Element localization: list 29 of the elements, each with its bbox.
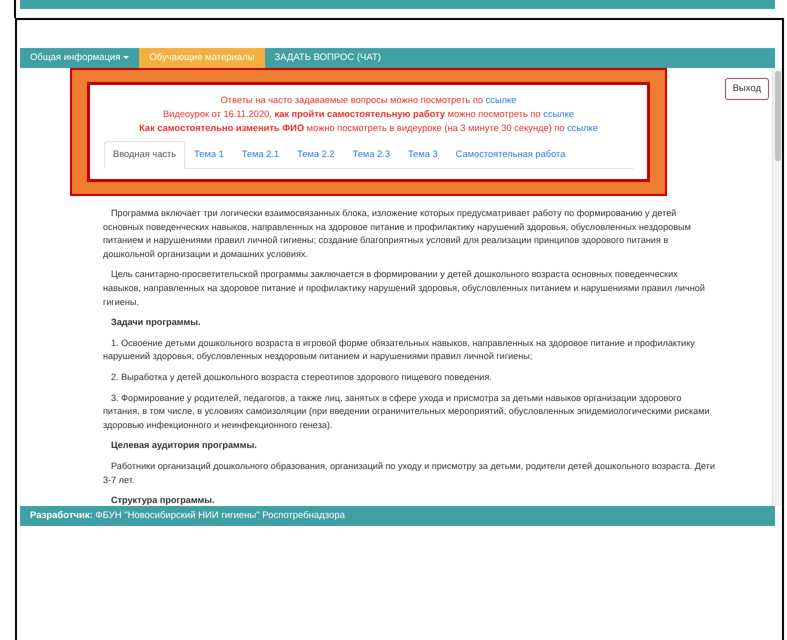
paragraph: Цель санитарно-просветительской программы заключается в формировании у детей дошкольного возраста основных поведенческих навыков, направленных на здоровое питание и профилактику нарушений здоровья, обусловленных питанием и нарушениями правил личной гигиены.	[103, 268, 706, 309]
scrollbar-thumb[interactable]	[775, 71, 781, 161]
logout-button[interactable]: Выход	[724, 78, 769, 100]
tab[interactable]: Самостоятельная работа	[446, 141, 574, 169]
notice-text: Как самостоятельно изменить ФИО можно посмотреть в видеуроке (на 3 минуте 30 секунде) по ссылке	[138, 122, 599, 135]
nav-item[interactable]: Общая информация	[20, 48, 140, 68]
nav-item[interactable]: ЗАДАТЬ ВОПРОС (ЧАТ)	[264, 48, 391, 68]
notice-text: Ответы на часто задаваемые вопросы можно посмотреть по ссылке	[220, 94, 518, 107]
tab[interactable]: Тема 2.3	[344, 141, 399, 169]
section-heading: Структура программы.	[110, 494, 216, 508]
notice-text: Видеоурок от 16.11.2020, как пройти самостоятельную работу можно посмотреть по ссылке	[162, 108, 575, 121]
tab[interactable]: Вводная часть	[104, 141, 186, 169]
tab[interactable]: Тема 2.1	[232, 141, 288, 169]
section-heading: Задачи программы.	[110, 316, 202, 330]
notice-link[interactable]: ссылке	[486, 95, 516, 105]
paragraph: Работники организаций дошкольного образования, организаций по уходу и присмотру за детьми, родители детей дошкольного возраста. Дети 3-7 лет.	[103, 460, 715, 486]
tab[interactable]: Тема 2.2	[288, 141, 344, 169]
tab[interactable]: Тема 1	[185, 141, 233, 169]
paragraph: Программа включает три логически взаимосвязанных блока, изложение которых предусматривает работу по формированию у детей основных поведенческих навыков, направленных на здоровое питание и профилактику нарушений здоровья, обусловленных нездоровым питанием и нарушениями правил личной гигиены; создание благоприятных условий для реализации принципов здорового питания в дошкольной организации и домашних условиях.	[103, 207, 692, 261]
tab[interactable]: Тема 3	[399, 141, 447, 169]
notice-link[interactable]: ссылке	[567, 123, 598, 133]
caret-icon	[123, 56, 130, 59]
section-heading: Целевая аудитория программы.	[110, 439, 258, 452]
scrollbar[interactable]	[772, 68, 782, 506]
notice-link[interactable]: ссылке	[543, 109, 574, 119]
paragraph: 1. Освоение детьми дошкольного возраста в игровой форме обязательных навыков, направленных на здоровое питание и профилактику нарушений здоровья, обусловленных нездоровым питанием и нарушениями правил личной гигиены;	[103, 336, 696, 364]
paragraph: 2. Выработка у детей дошкольного возраста стереотипов здорового пищевого поведения.	[110, 370, 493, 384]
paragraph: 3. Формирование у родителей, педагогов, а также лиц, занятых в сфере ухода и присмотра за детьми навыков организации здорового питания, в том числе, в условиях самоизоляции (при введении ограничительных мероприятий, обусловленных эпидемиологическими рисками здоровью инфекционного и неинфекционного генеза).	[103, 392, 711, 432]
footer-text: Разработчик: ФБУН "Новосибирский НИИ гигиены" Роспотребнадзора	[20, 506, 775, 526]
